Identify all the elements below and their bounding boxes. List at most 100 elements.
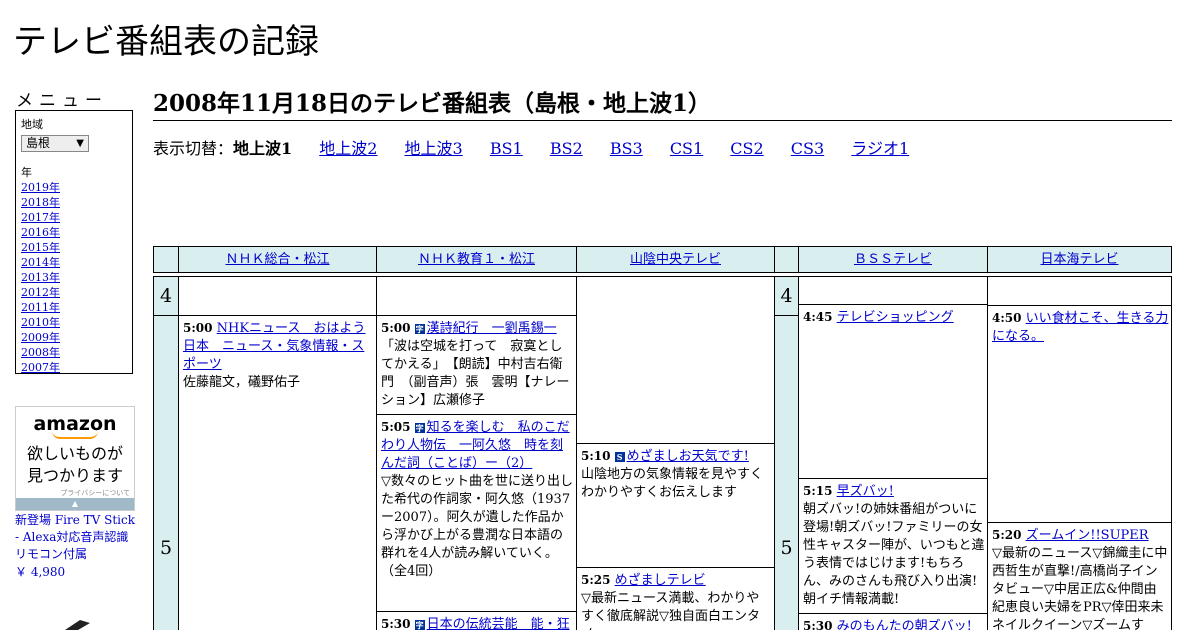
- year-link-2019[interactable]: 2019年: [21, 180, 127, 195]
- program-title-link[interactable]: 漢詩紀行 一劉禹錫一: [427, 321, 557, 336]
- display-switcher: 表示切替：地上波1 地上波2 地上波3 BS1 BS2 BS3 CS1 CS2 …: [153, 135, 909, 159]
- year-label: 年: [21, 166, 32, 179]
- ad-caption-link[interactable]: 新登場 Fire TV Stick - Alexa対応音声認識リモコン付属: [15, 513, 135, 561]
- program-title-link[interactable]: みのもんたの朝ズバッ!: [837, 619, 972, 630]
- program-time: 4:50: [992, 311, 1022, 325]
- program-bss-0530: 5:30 みのもんたの朝ズバッ!: [798, 613, 988, 630]
- switcher-link-cs1[interactable]: CS1: [670, 139, 703, 158]
- ad-caret-icon: ▲: [16, 498, 134, 510]
- program-time: 4:45: [803, 310, 833, 324]
- switcher-link-bs1[interactable]: BS1: [490, 139, 523, 158]
- menu-label: メニュー: [16, 91, 108, 111]
- program-title-link[interactable]: めざましお天気です!: [627, 449, 749, 464]
- switcher-label: 表示切替：: [153, 139, 234, 158]
- program-time: 5:30: [803, 619, 833, 630]
- switcher-link-cs3[interactable]: CS3: [791, 139, 824, 158]
- program-time: 5:20: [992, 528, 1022, 542]
- switcher-link-radio1[interactable]: ラジオ1: [851, 139, 909, 158]
- program-time: 5:25: [581, 573, 611, 587]
- year-link-2008[interactable]: 2008年: [21, 345, 127, 360]
- channel-header-tsk: 山陰中央テレビ: [576, 246, 775, 273]
- switcher-link-terrestrial3[interactable]: 地上波3: [405, 139, 463, 158]
- program-time: 5:15: [803, 484, 833, 498]
- program-title-link[interactable]: めざましテレビ: [615, 573, 706, 588]
- region-select-value: 島根: [26, 136, 51, 150]
- program-time: 5:05: [381, 420, 411, 434]
- program-desc: 佐藤龍文，礒野佑子: [183, 375, 301, 390]
- program-desc: 朝ズバッ!の姉妹番組がついに登場!朝ズバッ!ファミリーの女性キャスター陣が、いつ…: [803, 502, 985, 607]
- year-link-2015[interactable]: 2015年: [21, 240, 127, 255]
- channel-link-bss[interactable]: ＢＳＳテレビ: [854, 252, 932, 267]
- program-tsk-0525: 5:25 めざましテレビ ▽最新ニュース満載、わかりやすく徹底解説▽独自面白エン…: [576, 567, 775, 630]
- year-link-2018[interactable]: 2018年: [21, 195, 127, 210]
- program-ntv-0520: 5:20 ズームイン!!SUPER ▽最新のニュース▽錦織圭に中西哲生が直撃!/…: [987, 522, 1172, 630]
- product-image[interactable]: [60, 614, 120, 630]
- page-title: 2008年11月18日のテレビ番組表（島根・地上波1）: [153, 84, 1172, 121]
- program-desc: ▽最新ニュース満載、わかりやすく徹底解説▽独自面白エンタメ: [581, 591, 760, 630]
- program-title-link[interactable]: ズームイン!!SUPER: [1026, 528, 1149, 543]
- ad-copy-line1: 欲しいものが: [26, 444, 123, 463]
- switcher-link-bs3[interactable]: BS3: [610, 139, 643, 158]
- program-time: 5:30: [381, 617, 411, 630]
- program-empty: [576, 276, 775, 444]
- hour-cell-5-mid: 5: [774, 315, 799, 630]
- subtitle-icon: 字: [414, 324, 425, 334]
- program-desc: 山陰地方の気象情報を見やすくわかりやすくお伝えします: [581, 467, 764, 500]
- program-title-link[interactable]: 知るを楽しむ 私のこだわり人物伝 一阿久悠 時を刻んだ詞（ことば）ー（2）: [381, 420, 570, 471]
- year-link-2014[interactable]: 2014年: [21, 255, 127, 270]
- chevron-down-icon: ▼: [76, 138, 84, 149]
- program-empty: [987, 276, 1172, 306]
- program-empty: [376, 276, 577, 316]
- program-title-link[interactable]: 日本の伝統芸能 能・狂言: [381, 617, 570, 630]
- switcher-current: 地上波1: [233, 139, 293, 158]
- year-link-2013[interactable]: 2013年: [21, 270, 127, 285]
- hour-cell-5: 5: [153, 315, 179, 630]
- program-empty: [178, 276, 377, 316]
- program-title-link[interactable]: 早ズバッ!: [837, 484, 894, 499]
- program-desc: 「波は空城を打って 寂寞としてかえる」 【朗読】中村吉右衛門 （副音声）張 雲明…: [381, 339, 570, 408]
- hour-header-left: [153, 246, 179, 273]
- menu-box: 地域 島根 ▼ 年 2019年 2018年 2017年 2016年 2015年 …: [15, 110, 133, 374]
- amazon-ad-banner[interactable]: amazon 欲しいものが 見つかります プライバシーについて ▲: [15, 406, 135, 511]
- ad-privacy-link[interactable]: プライバシーについて: [60, 488, 130, 498]
- program-nhk1-0500: 5:00 NHKニュース おはよう日本 ニュース・気象情報・スポーツ 佐藤龍文，…: [178, 315, 377, 630]
- year-link-2009[interactable]: 2009年: [21, 330, 127, 345]
- year-link-2012[interactable]: 2012年: [21, 285, 127, 300]
- program-title-link[interactable]: テレビショッピング: [837, 310, 954, 325]
- program-time: 5:00: [381, 321, 411, 335]
- year-link-2011[interactable]: 2011年: [21, 300, 127, 315]
- region-label: 地域: [21, 118, 43, 131]
- ad-caption[interactable]: 新登場 Fire TV Stick - Alexa対応音声認識リモコン付属: [15, 512, 135, 563]
- subtitle-icon: 字: [414, 620, 425, 630]
- program-time: 5:00: [183, 321, 213, 335]
- channel-link-ntv[interactable]: 日本海テレビ: [1040, 252, 1118, 267]
- program-time: 5:10: [581, 449, 611, 463]
- program-desc: ▽最新のニュース▽錦織圭に中西哲生が直撃!/高橋尚子インタビュー▽中居正広&仲間…: [992, 546, 1168, 630]
- program-empty: [798, 276, 988, 305]
- switcher-link-bs2[interactable]: BS2: [550, 139, 583, 158]
- switcher-link-cs2[interactable]: CS2: [730, 139, 763, 158]
- hour-cell-4: 4: [153, 276, 179, 316]
- channel-link-nhk-general[interactable]: ＮＨＫ総合・松江: [225, 252, 329, 267]
- stereo-icon: S: [614, 452, 625, 462]
- channel-header-bss: ＢＳＳテレビ: [798, 246, 988, 273]
- switcher-link-terrestrial2[interactable]: 地上波2: [319, 139, 377, 158]
- channel-link-tsk[interactable]: 山陰中央テレビ: [630, 252, 721, 267]
- year-list: 年 2019年 2018年 2017年 2016年 2015年 2014年 20…: [21, 164, 127, 375]
- channel-link-nhk-edu[interactable]: ＮＨＫ教育１・松江: [418, 252, 535, 267]
- year-link-2017[interactable]: 2017年: [21, 210, 127, 225]
- program-bss-0445: 4:45 テレビショッピング: [798, 304, 988, 479]
- site-title: テレビ番組表の記録: [13, 22, 319, 62]
- region-select[interactable]: 島根 ▼: [21, 135, 89, 152]
- ad-copy-line2: 見つかります: [26, 466, 123, 485]
- program-desc: ▽数々のヒット曲を世に送り出した希代の作詞家・阿久悠（1937ー2007）。阿久…: [381, 474, 573, 579]
- year-link-2010[interactable]: 2010年: [21, 315, 127, 330]
- program-nhke-0500: 5:00 字漢詩紀行 一劉禹錫一 「波は空城を打って 寂寞としてかえる」 【朗読…: [376, 315, 577, 415]
- year-link-2007[interactable]: 2007年: [21, 360, 127, 375]
- hour-header-mid: [774, 246, 799, 273]
- channel-header-ntv: 日本海テレビ: [987, 246, 1172, 273]
- ad-price: ￥ 4,980: [15, 565, 66, 579]
- channel-header-nhk-edu: ＮＨＫ教育１・松江: [376, 246, 577, 273]
- amazon-logo: amazon: [33, 413, 117, 435]
- year-link-2016[interactable]: 2016年: [21, 225, 127, 240]
